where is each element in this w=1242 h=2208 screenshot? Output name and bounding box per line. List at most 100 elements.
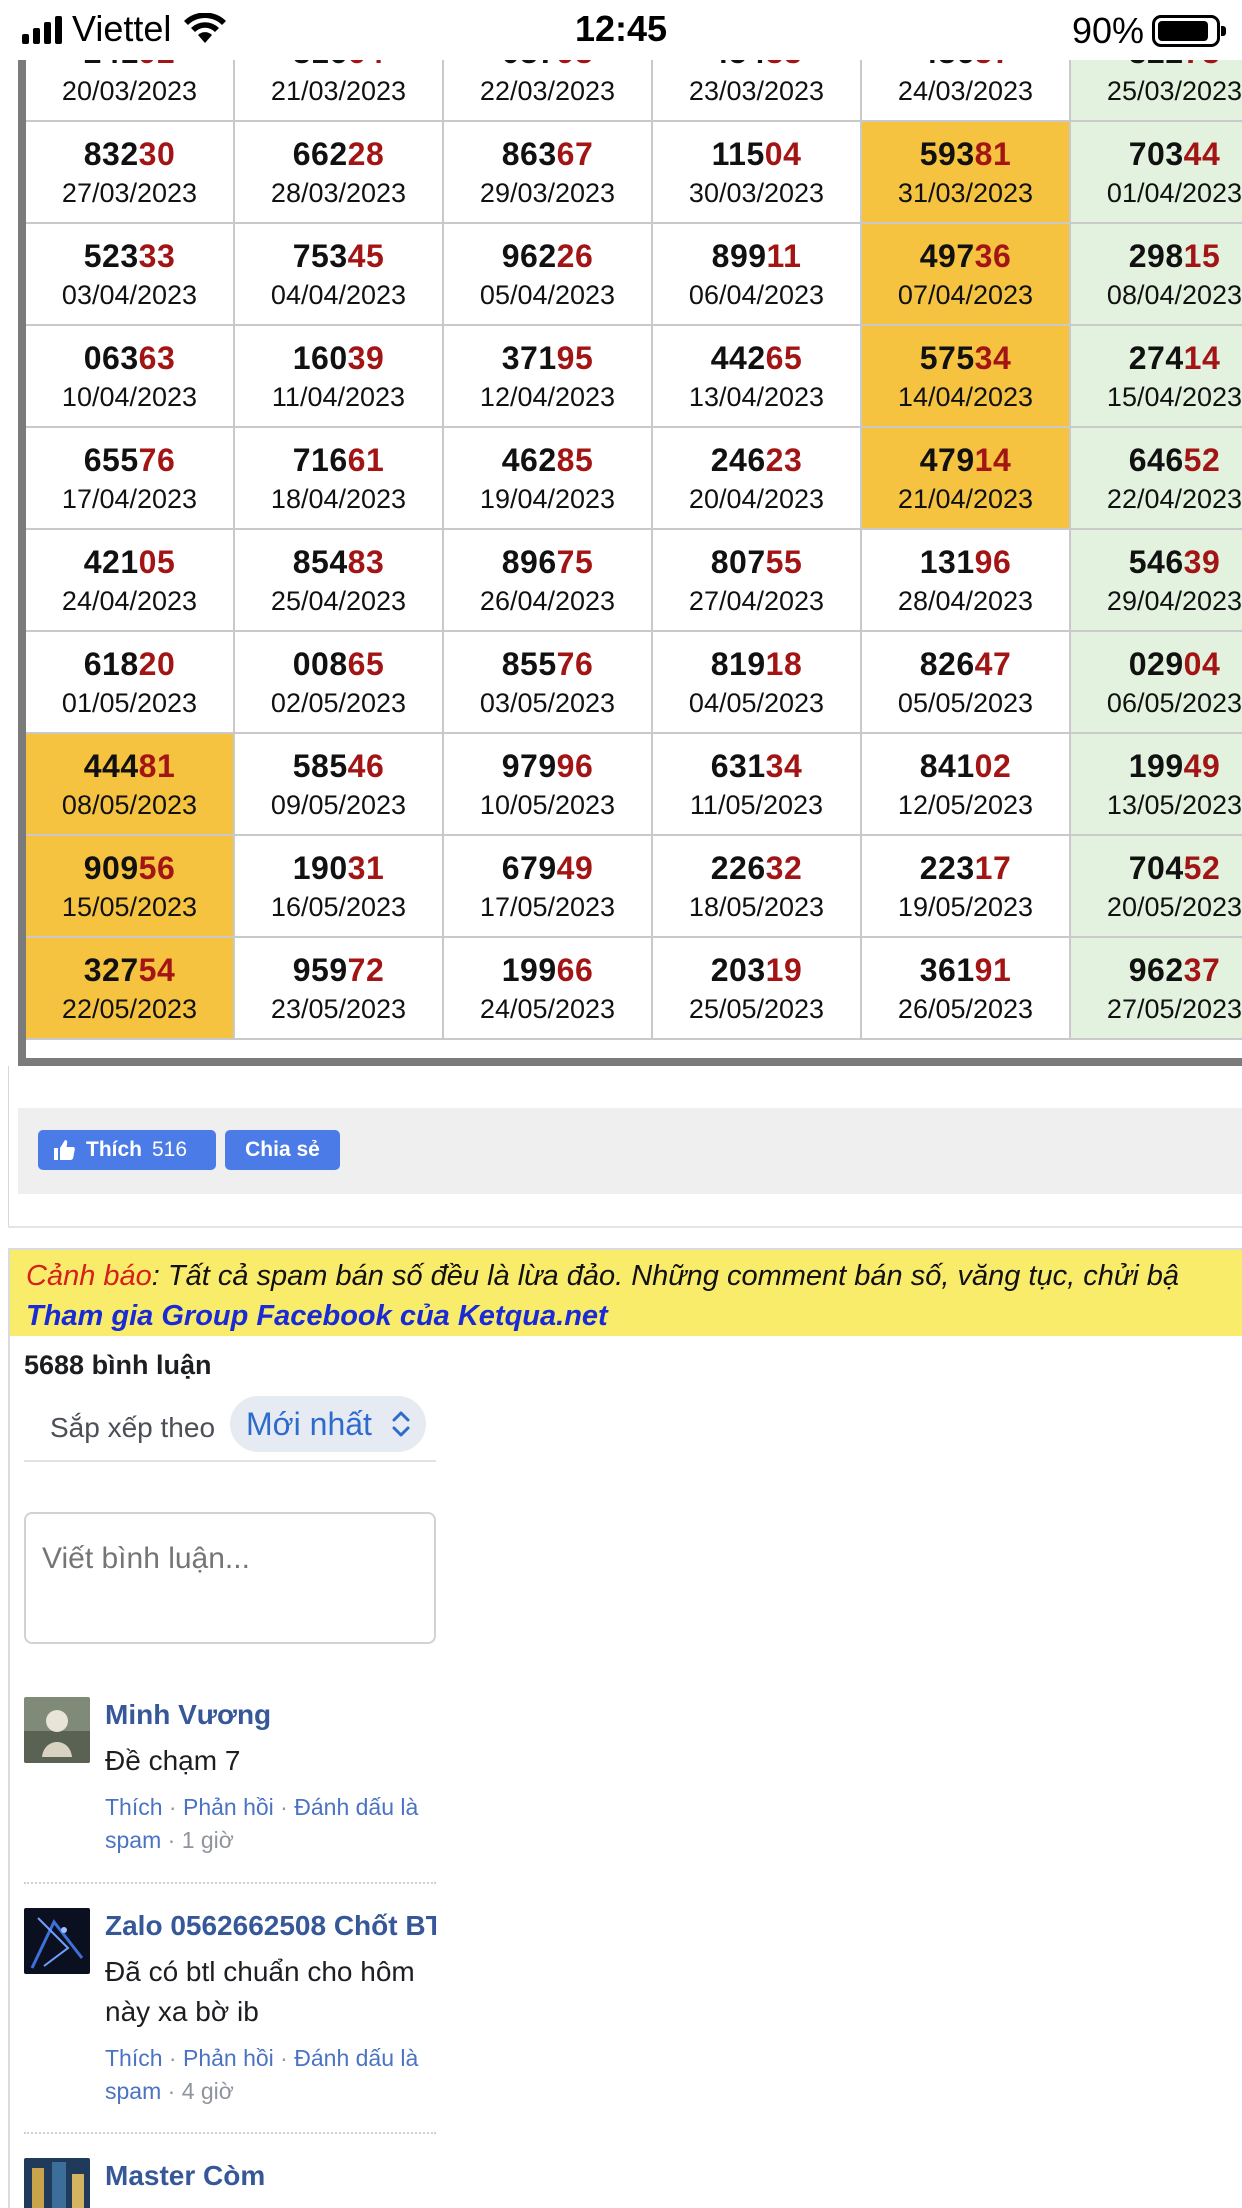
- sort-select[interactable]: Mới nhất: [230, 1396, 426, 1452]
- status-bar: Viettel 12:45 90%: [0, 0, 1242, 60]
- result-cell: 00865 02/05/2023: [235, 632, 444, 734]
- result-cell: 85483 25/04/2023: [235, 530, 444, 632]
- avatar[interactable]: [24, 2158, 90, 2208]
- result-number-tail: 37: [1183, 952, 1221, 988]
- result-number-head: 655: [83, 442, 139, 478]
- result-cell: 81664 21/03/2023: [235, 60, 444, 122]
- result-number-head: 063: [83, 340, 139, 376]
- result-number-tail: 54: [138, 952, 176, 988]
- result-number-head: 826: [919, 646, 975, 682]
- result-number-tail: 20: [138, 646, 176, 682]
- result-number-tail: 96: [974, 544, 1012, 580]
- result-number: 70344: [1071, 122, 1242, 174]
- result-number-tail: 14: [974, 442, 1012, 478]
- result-number-head: 479: [919, 442, 975, 478]
- result-date: 21/04/2023: [897, 484, 1034, 514]
- result-date: 28/04/2023: [897, 586, 1034, 616]
- result-number: 19031: [235, 836, 442, 888]
- result-number: 42105: [26, 530, 233, 582]
- avatar[interactable]: [24, 1697, 90, 1763]
- result-number-tail: 55: [765, 544, 803, 580]
- result-cell: 08798 22/03/2023: [444, 60, 653, 122]
- result-number: 11504: [653, 122, 860, 174]
- result-number: 70452: [1071, 836, 1242, 888]
- comment-author[interactable]: Minh Vương: [105, 1697, 436, 1733]
- like-count: 516: [152, 1138, 188, 1161]
- result-number-head: 704: [1128, 850, 1184, 886]
- result-number: 75345: [235, 224, 442, 276]
- result-number-tail: 52: [1183, 850, 1221, 886]
- result-cell: 57534 14/04/2023: [862, 326, 1071, 428]
- result-cell: 83230 27/03/2023: [26, 122, 235, 224]
- result-number-tail: 75: [556, 544, 594, 580]
- result-cell: 11504 30/03/2023: [653, 122, 862, 224]
- result-number-head: 962: [501, 238, 557, 274]
- result-cell: 96237 27/05/2023: [1071, 938, 1242, 1040]
- result-number: 96226: [444, 224, 651, 276]
- result-cell: 29815 08/04/2023: [1071, 224, 1242, 326]
- comment-reply-link[interactable]: Phản hồi: [183, 2045, 274, 2071]
- result-number-tail: 56: [138, 850, 176, 886]
- result-date: 23/03/2023: [688, 76, 825, 106]
- result-number-tail: 23: [765, 442, 803, 478]
- result-number: 95972: [235, 938, 442, 990]
- result-cell: 81918 04/05/2023: [653, 632, 862, 734]
- result-number-head: 807: [710, 544, 766, 580]
- result-number: 46285: [444, 428, 651, 480]
- facebook-like-button[interactable]: Thích 516: [38, 1130, 216, 1170]
- result-number: 61820: [26, 632, 233, 684]
- result-number-tail: 49: [1183, 748, 1221, 784]
- result-number: 13196: [862, 530, 1069, 582]
- result-number: 47914: [862, 428, 1069, 480]
- result-number-head: 575: [919, 340, 975, 376]
- comment-like-link[interactable]: Thích: [105, 2045, 163, 2071]
- result-date: 24/05/2023: [479, 994, 616, 1024]
- status-time: 12:45: [574, 8, 668, 49]
- result-number: 84102: [862, 734, 1069, 786]
- result-cell: 27414 15/04/2023: [1071, 326, 1242, 428]
- result-date: 08/05/2023: [61, 790, 198, 820]
- comment-author[interactable]: Master Còm: [105, 2158, 436, 2194]
- result-date: 20/03/2023: [61, 76, 198, 106]
- result-number-head: 523: [83, 238, 139, 274]
- comment-like-link[interactable]: Thích: [105, 1794, 163, 1820]
- avatar[interactable]: [24, 1908, 90, 1974]
- result-cell: 54639 29/04/2023: [1071, 530, 1242, 632]
- result-number-tail: 18: [765, 646, 803, 682]
- result-cell: 85576 03/05/2023: [444, 632, 653, 734]
- result-number-tail: 76: [556, 646, 594, 682]
- result-number: 54639: [1071, 530, 1242, 582]
- result-cell: 82647 05/05/2023: [862, 632, 1071, 734]
- result-number: 65576: [26, 428, 233, 480]
- comment-time: 1 giờ: [181, 1827, 234, 1853]
- result-cell: 46285 19/04/2023: [444, 428, 653, 530]
- result-date: 05/04/2023: [479, 280, 616, 310]
- result-number-tail: 31: [347, 850, 385, 886]
- result-number-head: 361: [919, 952, 975, 988]
- result-number: 96237: [1071, 938, 1242, 990]
- result-date: 27/04/2023: [688, 586, 825, 616]
- like-label: Thích: [86, 1138, 142, 1161]
- result-date: 13/04/2023: [688, 382, 825, 412]
- result-number-tail: 72: [347, 952, 385, 988]
- result-number-head: 679: [501, 850, 557, 886]
- result-number-head: 593: [919, 136, 975, 172]
- comment-reply-link[interactable]: Phản hồi: [183, 1794, 274, 1820]
- result-number-tail: 92: [139, 60, 176, 70]
- result-date: 24/03/2023: [897, 76, 1034, 106]
- result-cell: 96226 05/04/2023: [444, 224, 653, 326]
- result-date: 10/05/2023: [479, 790, 616, 820]
- result-cell: 36191 26/05/2023: [862, 938, 1071, 1040]
- result-number-tail: 66: [556, 952, 594, 988]
- comment-author[interactable]: Zalo 0562662508 Chốt BT: [105, 1908, 436, 1944]
- result-number-head: 816: [293, 60, 348, 70]
- facebook-group-link[interactable]: Tham gia Group Facebook của Ketqua.net: [26, 1296, 1226, 1336]
- comment-input[interactable]: [24, 1512, 436, 1644]
- result-cell: 67949 17/05/2023: [444, 836, 653, 938]
- result-cell: 65576 17/04/2023: [26, 428, 235, 530]
- result-date: 02/05/2023: [270, 688, 407, 718]
- comment-count: 5688 bình luận: [24, 1350, 212, 1380]
- result-cell: 84102 12/05/2023: [862, 734, 1071, 836]
- comment-time: 4 giờ: [181, 2078, 234, 2104]
- facebook-share-button[interactable]: Chia sẻ: [225, 1130, 340, 1170]
